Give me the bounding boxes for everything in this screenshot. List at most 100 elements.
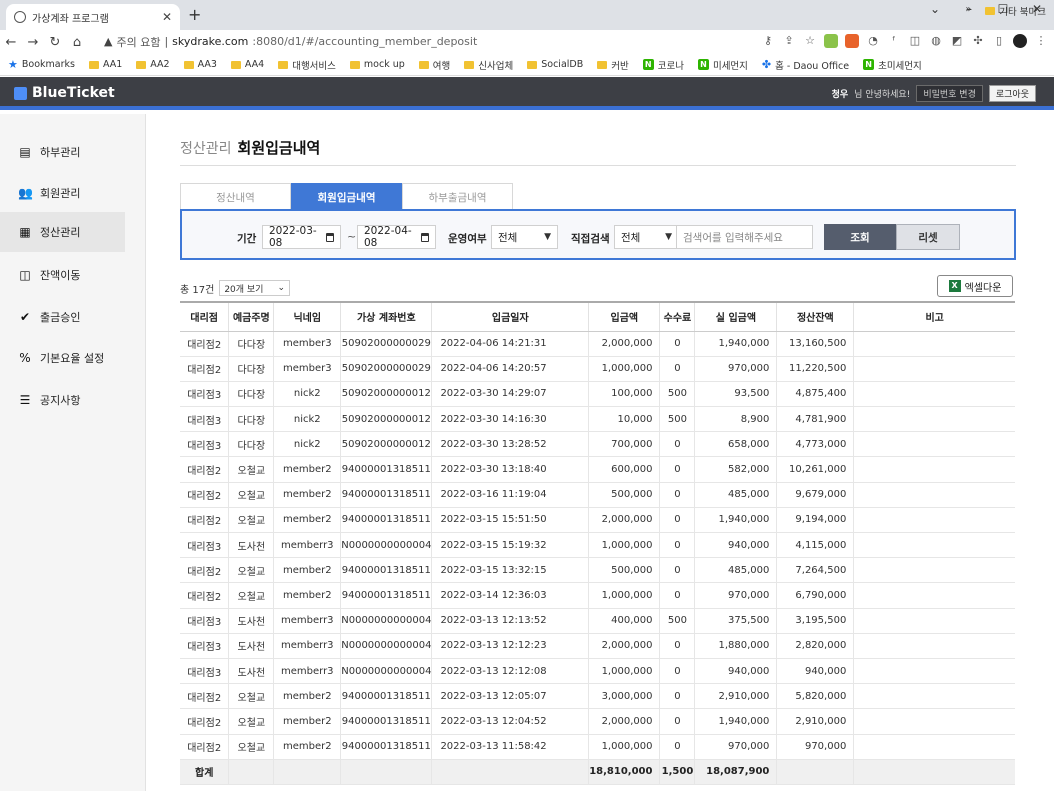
home-icon[interactable]: ⌂ bbox=[66, 35, 88, 50]
bookmark-item[interactable]: 신사업체 bbox=[464, 58, 513, 72]
profile-avatar[interactable] bbox=[1013, 34, 1027, 48]
table-row[interactable]: 대리점3 다다장 nick2 50902000000012 2022-03-30 14:… bbox=[180, 381, 1015, 408]
sidebar-item-withdraw-approval[interactable]: ✔ 출금승인 bbox=[0, 297, 125, 337]
bookmark-item[interactable]: 커반 bbox=[597, 58, 629, 72]
tab-settlement-history[interactable]: 정산내역 bbox=[180, 183, 291, 210]
table-row[interactable]: 대리점2 오철교 member2 94000001318511 2022-03-15 1… bbox=[180, 507, 1015, 534]
table-row[interactable]: 대리점2 다다장 member3 50902000000029 2022-04-06 1… bbox=[180, 331, 1015, 357]
cell-fee: 0 bbox=[659, 658, 695, 685]
col-note[interactable]: 비고 bbox=[853, 301, 1015, 332]
table-row[interactable]: 대리점3 다다장 nick2 50902000000012 2022-03-30 14:… bbox=[180, 406, 1015, 433]
bookmark-item[interactable]: ★ Bookmarks bbox=[8, 58, 75, 71]
calendar-icon[interactable] bbox=[420, 232, 429, 242]
app-logo[interactable]: BlueTicket bbox=[14, 85, 115, 101]
cell-settled-balance: 5,820,000 bbox=[776, 683, 854, 710]
extension-icon[interactable] bbox=[845, 34, 859, 48]
table-row[interactable]: 대리점2 오철교 member2 94000001318511 2022-03-30 1… bbox=[180, 456, 1015, 483]
excel-download-button[interactable]: X 엑셀다운 bbox=[937, 275, 1013, 297]
table-row[interactable]: 대리점3 다다장 nick2 50902000000012 2022-03-30 13:… bbox=[180, 431, 1015, 458]
tab-member-deposits[interactable]: 회원입금내역 bbox=[291, 183, 402, 210]
bookmark-item[interactable]: SocialDB bbox=[527, 59, 583, 70]
col-net-amount[interactable]: 실 입금액 bbox=[694, 301, 777, 332]
sidebar-item-subagent[interactable]: ▤ 하부관리 bbox=[0, 132, 125, 172]
extension-icon[interactable] bbox=[824, 34, 838, 48]
cell-net-amount: 658,000 bbox=[694, 431, 777, 458]
date-from-input[interactable]: 2022-03-08 bbox=[262, 225, 341, 249]
bookmark-item[interactable]: AA2 bbox=[136, 59, 170, 70]
table-row[interactable]: 대리점2 다다장 member3 50902000000029 2022-04-06 1… bbox=[180, 356, 1015, 382]
extension-icon[interactable]: ◔ bbox=[866, 34, 880, 48]
table-row[interactable]: 대리점3 도사천 memberr3 N0000000000004 2022-03-13 … bbox=[180, 658, 1015, 685]
url-field[interactable]: ▲ 주의 요함 | skydrake.com:8080/d1/#/account… bbox=[104, 31, 724, 52]
cell-fee: 0 bbox=[659, 557, 695, 584]
tab-subagent-withdrawals[interactable]: 하부출금내역 bbox=[402, 183, 513, 210]
fonts-extension-icon[interactable]: ᶠ bbox=[887, 34, 901, 48]
col-account-holder[interactable]: 예금주명 bbox=[228, 301, 274, 332]
col-nickname[interactable]: 닉네임 bbox=[273, 301, 341, 332]
share-icon[interactable]: ⇪ bbox=[782, 34, 796, 48]
extension-icon[interactable]: ◩ bbox=[950, 34, 964, 48]
col-virtual-account[interactable]: 가상 계좌번호 bbox=[340, 301, 432, 332]
table-row[interactable]: 대리점2 오철교 member2 94000001318511 2022-03-15 1… bbox=[180, 557, 1015, 584]
status-select[interactable]: 전체 ▼ bbox=[491, 225, 558, 249]
bookmark-item[interactable]: mock up bbox=[349, 59, 405, 70]
extension-icon[interactable]: ◫ bbox=[908, 34, 922, 48]
key-icon[interactable]: ⚷ bbox=[761, 34, 775, 48]
chevron-down-icon[interactable]: ⌄ bbox=[918, 0, 952, 18]
extension-icon[interactable]: ◍ bbox=[929, 34, 943, 48]
reload-icon[interactable]: ↻ bbox=[44, 35, 66, 50]
bookmark-item[interactable]: N 미세먼지 bbox=[697, 58, 748, 72]
sidebar-item-balance-transfer[interactable]: ◫ 잔액이동 bbox=[0, 255, 125, 295]
bookmark-item[interactable]: AA3 bbox=[183, 59, 217, 70]
table-row[interactable]: 대리점2 오철교 member2 94000001318511 2022-03-13 1… bbox=[180, 708, 1015, 735]
reset-button[interactable]: 리셋 bbox=[896, 224, 960, 250]
side-panel-icon[interactable]: ▯ bbox=[992, 34, 1006, 48]
bookmark-item[interactable]: AA1 bbox=[88, 59, 122, 70]
bookmark-item[interactable]: N 코로나 bbox=[642, 58, 684, 72]
direct-search-select[interactable]: 전체 ▼ bbox=[614, 225, 679, 249]
back-icon[interactable]: ← bbox=[0, 35, 22, 50]
table-row[interactable]: 대리점3 도사천 memberr3 N0000000000004 2022-03-13 … bbox=[180, 633, 1015, 659]
table-row[interactable]: 대리점3 도사천 memberr3 N0000000000004 2022-03-13 … bbox=[180, 608, 1015, 634]
bookmark-item[interactable]: 대행서비스 bbox=[278, 58, 336, 72]
star-icon[interactable]: ☆ bbox=[803, 34, 817, 48]
change-password-button[interactable]: 비밀번호 변경 bbox=[916, 85, 983, 102]
bookmark-item[interactable]: N 초미세먼지 bbox=[863, 58, 922, 72]
browser-tab[interactable]: 가상계좌 프로그램 ✕ bbox=[6, 4, 180, 30]
logout-button[interactable]: 로그아웃 bbox=[988, 85, 1036, 102]
bookmark-item[interactable]: 여행 bbox=[418, 58, 450, 72]
sidebar-item-settlement[interactable]: ▦ 정산관리 bbox=[0, 212, 125, 252]
sidebar-item-members[interactable]: 👥 회원관리 bbox=[0, 173, 125, 213]
other-bookmarks[interactable]: 기타 북마크 bbox=[985, 4, 1046, 18]
calendar-icon[interactable] bbox=[325, 232, 334, 242]
cell-deposit-date: 2022-03-13 12:12:23 bbox=[431, 633, 589, 659]
forward-icon[interactable]: → bbox=[22, 35, 44, 50]
cell-virtual-account: 94000001318511 bbox=[340, 482, 432, 508]
search-button[interactable]: 조회 bbox=[824, 224, 896, 250]
close-tab-icon[interactable]: ✕ bbox=[162, 10, 172, 24]
table-row[interactable]: 대리점2 오철교 member2 94000001318511 2022-03-13 1… bbox=[180, 734, 1015, 760]
cell-fee: 0 bbox=[659, 331, 695, 357]
col-deposit-date[interactable]: 입금일자 bbox=[431, 301, 589, 332]
puzzle-icon[interactable]: ✣ bbox=[971, 34, 985, 48]
col-agency[interactable]: 대리점 bbox=[180, 301, 229, 332]
bookmark-item[interactable]: AA4 bbox=[230, 59, 264, 70]
sidebar-item-notices[interactable]: ☰ 공지사항 bbox=[0, 380, 125, 420]
search-input[interactable]: 검색어를 입력해주세요 bbox=[676, 225, 813, 249]
col-settled-balance[interactable]: 정산잔액 bbox=[776, 301, 854, 332]
col-amount[interactable]: 입금액 bbox=[588, 301, 660, 332]
menu-dots-icon[interactable]: ⋮ bbox=[1034, 34, 1048, 48]
sidebar-item-rate-settings[interactable]: % 기본요율 설정 bbox=[0, 338, 125, 378]
per-page-select[interactable]: 20개 보기 ⌄ bbox=[219, 280, 291, 296]
table-row[interactable]: 대리점3 도사천 memberr3 N0000000000004 2022-03-15 … bbox=[180, 532, 1015, 559]
cell-fee: 0 bbox=[659, 683, 695, 710]
table-row[interactable]: 대리점2 오철교 member2 94000001318511 2022-03-14 1… bbox=[180, 582, 1015, 609]
bookmarks-more-button[interactable]: » bbox=[965, 4, 971, 18]
table-row[interactable]: 대리점2 오철교 member2 94000001318511 2022-03-13 1… bbox=[180, 683, 1015, 710]
bookmark-item[interactable]: ✤ 홈 - Daou Office bbox=[762, 58, 849, 72]
table-row[interactable]: 대리점2 오철교 member2 94000001318511 2022-03-16 1… bbox=[180, 482, 1015, 508]
date-to-input[interactable]: 2022-04-08 bbox=[357, 225, 436, 249]
col-fee[interactable]: 수수료 bbox=[659, 301, 695, 332]
cell-agency: 대리점2 bbox=[180, 683, 229, 710]
new-tab-button[interactable]: + bbox=[188, 5, 201, 24]
